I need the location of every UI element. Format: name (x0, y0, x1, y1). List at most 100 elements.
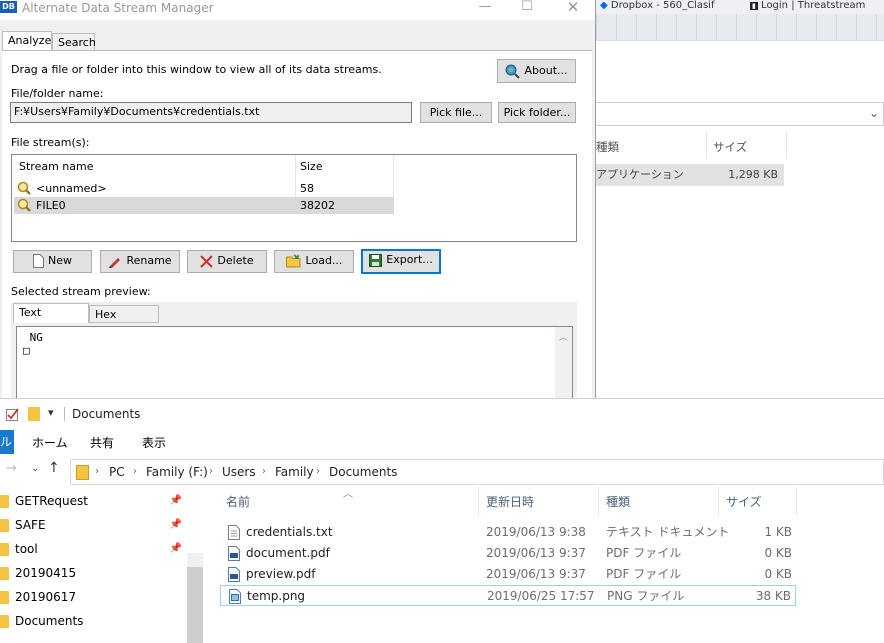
file-row-selected[interactable]: temp.png 2019/06/25 17:57 PNG ファイル 38 KB (220, 585, 796, 606)
file-row[interactable]: preview.pdf 2019/06/13 9:37 PDF ファイル 0 K… (220, 564, 796, 585)
column-header-stream-name[interactable]: Stream name (19, 155, 94, 179)
tab-analyze[interactable]: Analyze (2, 31, 52, 51)
folder-icon (0, 615, 9, 628)
file-name: preview.pdf (246, 567, 316, 581)
pin-icon[interactable]: 📌 (170, 513, 182, 537)
nav-item-label: 20190415 (15, 566, 77, 580)
navigation-pane: GETRequest 📌 SAFE 📌 tool 📌 20190415 2019… (0, 485, 203, 643)
column-header-type[interactable]: 種類 (596, 135, 619, 159)
folder-icon (0, 591, 9, 604)
background-window: ◆ Dropbox - 560_Clasif ▮ Login | Threats… (594, 0, 884, 398)
pdf-file-icon (228, 546, 240, 561)
tab-view[interactable]: 表示 (142, 434, 166, 451)
rename-button[interactable]: Rename (100, 250, 180, 273)
nav-item[interactable]: 20190415 (0, 561, 190, 585)
breadcrumb-chevron-icon[interactable]: › (209, 460, 213, 484)
vertical-scrollbar[interactable]: ︿ (555, 327, 572, 398)
file-type: PDF ファイル (606, 567, 682, 581)
tab-home[interactable]: ホーム (32, 434, 68, 451)
streams-list[interactable]: Stream name Size <unnamed> 58 FILE0 3820… (11, 154, 577, 242)
ribbon-tabs: ル ホーム 共有 表示 (0, 430, 884, 454)
combo-box[interactable]: ⌄ (594, 102, 884, 126)
address-bar[interactable]: › PC › Family (F:) › Users › Family › Do… (70, 459, 884, 485)
file-label: File/folder name: (11, 87, 104, 100)
app-icon: DB (0, 1, 17, 13)
tab-search[interactable]: Search (52, 33, 96, 51)
maximize-button[interactable]: ☐ (512, 0, 542, 16)
nav-item[interactable]: Documents (0, 609, 190, 633)
file-date: 2019/06/13 9:38 (486, 525, 586, 539)
column-header-size[interactable]: サイズ (726, 487, 762, 517)
column-header-name[interactable]: 名前 (226, 487, 250, 517)
title-bar[interactable]: DB Alternate Data Stream Manager — ☐ ✕ (0, 0, 595, 20)
pin-icon[interactable]: 📌 (170, 537, 182, 561)
breadcrumb-chevron-icon[interactable]: › (316, 460, 320, 484)
quick-access-dropdown-icon[interactable]: ▾ (48, 406, 54, 419)
save-disk-icon (369, 253, 383, 267)
rename-label: Rename (126, 254, 172, 267)
breadcrumb-item[interactable]: Family (F:) (146, 460, 208, 484)
preview-content: NG □ (23, 331, 43, 357)
nav-item[interactable]: 20190617 (0, 585, 190, 609)
breadcrumb-chevron-icon[interactable]: › (133, 460, 137, 484)
close-button[interactable]: ✕ (558, 0, 588, 16)
file-size: 0 KB (764, 567, 792, 581)
load-button[interactable]: Load... (274, 250, 354, 273)
nav-scrollbar[interactable] (187, 485, 203, 643)
nav-item-label: GETRequest (15, 494, 88, 508)
breadcrumb-item[interactable]: PC (109, 460, 125, 484)
list-item[interactable]: アプリケーション 1,298 KB (594, 164, 784, 186)
breadcrumb-item[interactable]: Family (275, 460, 314, 484)
properties-icon[interactable] (6, 407, 20, 421)
browser-tab[interactable]: ▮ Login | Threatstream (750, 0, 884, 12)
stream-magnifier-icon (17, 198, 31, 212)
stream-row[interactable]: FILE0 38202 (14, 197, 394, 214)
export-button[interactable]: Export... (361, 249, 441, 274)
scroll-up-icon[interactable]: ︿ (559, 330, 568, 343)
forward-arrow-icon[interactable]: → (6, 461, 17, 476)
nav-item-label: tool (15, 542, 38, 556)
tab-text-preview[interactable]: Text preview (13, 303, 89, 337)
folder-icon (0, 567, 9, 580)
explorer-title-bar[interactable]: ▾ Documents (0, 399, 884, 431)
tab-hex-preview[interactable]: Hex preview (89, 305, 159, 339)
pick-file-button[interactable]: Pick file... (420, 102, 492, 123)
preview-textbox[interactable]: NG □ ︿ (16, 326, 573, 398)
pick-folder-button[interactable]: Pick folder... (498, 102, 576, 123)
breadcrumb-item[interactable]: Documents (329, 460, 397, 484)
pin-icon[interactable]: 📌 (170, 489, 182, 513)
up-arrow-icon[interactable]: ↑ (48, 460, 60, 476)
column-header-size[interactable]: サイズ (713, 135, 747, 159)
breadcrumb-item[interactable]: Users (222, 460, 256, 484)
nav-item[interactable]: tool 📌 (0, 537, 190, 561)
tab-file[interactable]: ル (0, 430, 14, 454)
breadcrumb-chevron-icon[interactable]: › (262, 460, 266, 484)
browser-tab[interactable]: ◆ Dropbox - 560_Clasif (600, 0, 740, 12)
breadcrumb-chevron-icon[interactable]: › (95, 460, 99, 484)
tab-share[interactable]: 共有 (90, 434, 114, 451)
new-folder-icon[interactable] (28, 407, 40, 421)
column-header-date[interactable]: 更新日時 (486, 487, 534, 517)
file-row[interactable]: credentials.txt 2019/06/13 9:38 テキスト ドキュ… (220, 522, 796, 543)
column-header-size[interactable]: Size (300, 155, 323, 179)
delete-button[interactable]: Delete (187, 250, 267, 273)
about-button[interactable]: About... (497, 59, 576, 83)
new-button[interactable]: New (13, 250, 92, 273)
file-path-field[interactable]: F:¥Users¥Family¥Documents¥credentials.tx… (10, 102, 412, 123)
folder-icon (76, 465, 89, 480)
file-row[interactable]: document.pdf 2019/06/13 9:37 PDF ファイル 0 … (220, 543, 796, 564)
stream-size: 58 (300, 182, 314, 195)
nav-item[interactable]: SAFE 📌 (0, 513, 190, 537)
column-divider (718, 487, 719, 515)
nav-item-label: Documents (15, 614, 84, 628)
minimize-button[interactable]: — (470, 0, 500, 16)
column-header-type[interactable]: 種類 (606, 487, 630, 517)
stream-row[interactable]: <unnamed> 58 (14, 180, 394, 197)
file-date: 2019/06/25 17:57 (487, 589, 595, 603)
chevron-down-icon[interactable]: ⌄ (869, 106, 879, 120)
recent-locations-icon[interactable]: ⌄ (31, 463, 39, 474)
nav-item[interactable]: GETRequest 📌 (0, 489, 190, 513)
scrollbar-thumb[interactable] (187, 567, 203, 643)
browser-tab-label: Login | Threatstream (761, 0, 866, 11)
file-name: document.pdf (246, 546, 330, 560)
